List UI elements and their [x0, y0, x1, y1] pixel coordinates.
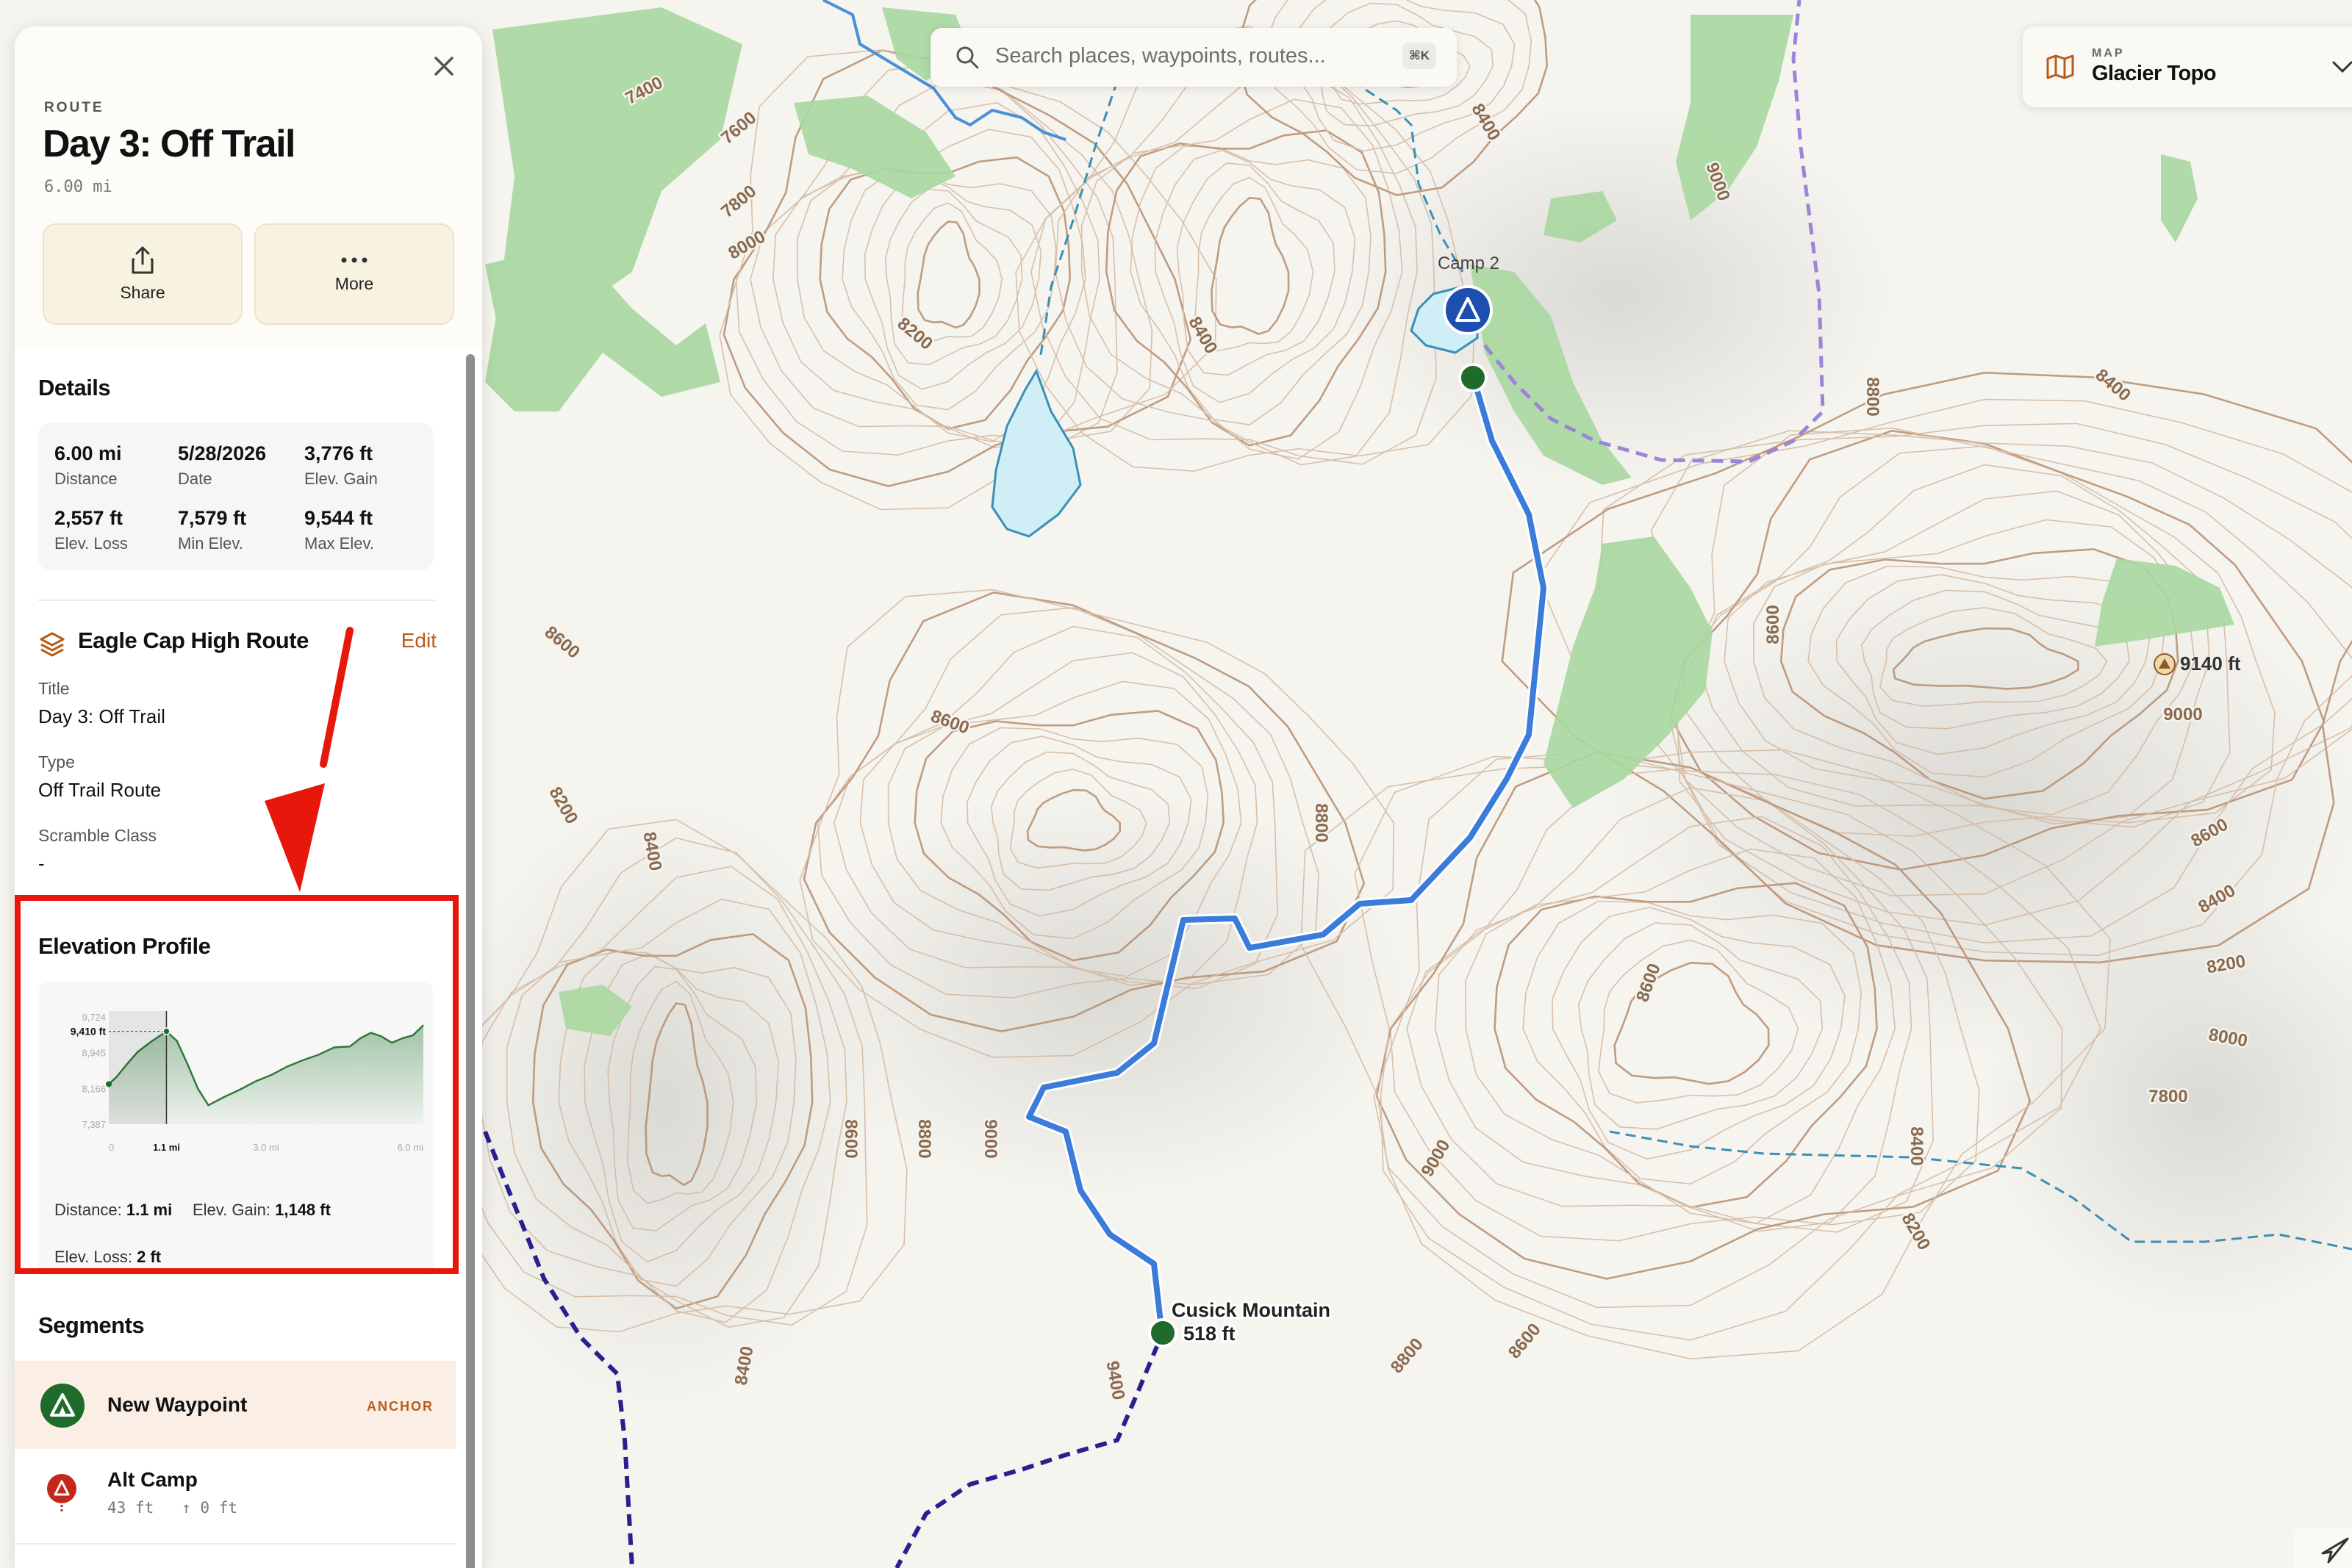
map-icon [2046, 54, 2074, 79]
panel-scrollbar[interactable] [466, 354, 475, 1568]
contour-label: 7800 [2148, 1087, 2187, 1107]
route-start-marker[interactable] [1458, 363, 1488, 392]
segment-name: New Waypoint [107, 1393, 248, 1416]
segment-item[interactable]: New Waypoint ANCHOR [15, 1361, 456, 1449]
summit-label: Cusick Mountain [1172, 1299, 1330, 1321]
contour-label: 8800 [914, 1119, 934, 1158]
contour-label: 8600 [1763, 605, 1783, 644]
highlight-box [15, 895, 459, 1274]
contour-label: 9000 [2163, 705, 2202, 724]
contour-label: 8600 [841, 1119, 861, 1158]
search-shortcut: ⌘K [1402, 43, 1436, 69]
divider [15, 1543, 456, 1544]
route-end-marker[interactable] [1148, 1318, 1177, 1348]
search-icon [956, 46, 979, 69]
locate-button[interactable] [2293, 1527, 2352, 1568]
contour-label: 8400 [1907, 1126, 1926, 1165]
camp-label: Camp 2 [1438, 253, 1499, 273]
layer-name: Glacier Topo [2092, 62, 2217, 85]
search-bar[interactable]: Search places, waypoints, routes... ⌘K [931, 28, 1457, 87]
segment-name: Alt Camp [107, 1468, 198, 1491]
chevron-down-icon[interactable] [2331, 59, 2352, 75]
contour-label: 9000 [980, 1119, 1000, 1158]
search-input[interactable]: Search places, waypoints, routes... [995, 44, 1326, 68]
edit-button[interactable]: Edit [401, 629, 437, 652]
map-layer-selector[interactable]: MAP Glacier Topo [2023, 26, 2352, 107]
segment-item[interactable]: Alt Camp 43 ft ↑ 0 ft [15, 1452, 456, 1540]
close-icon [434, 57, 453, 76]
segments-heading: Segments [38, 1312, 145, 1338]
camp-marker[interactable] [1443, 285, 1493, 335]
peak-label: 9140 ft [2180, 652, 2241, 675]
layer-kicker: MAP [2092, 47, 2125, 60]
contour-label: 8800 [1862, 377, 1882, 416]
summit-elevation: 518 ft [1183, 1323, 1236, 1345]
contour-label: 8800 [1311, 803, 1331, 842]
anchor-badge: ANCHOR [367, 1399, 434, 1414]
annotation-arrow [265, 627, 354, 892]
tent-icon [40, 1384, 85, 1428]
peak-icon [2154, 653, 2176, 675]
tent-pin-icon [47, 1474, 76, 1514]
close-button[interactable] [425, 47, 463, 85]
segment-stats: 43 ft ↑ 0 ft [107, 1499, 238, 1517]
